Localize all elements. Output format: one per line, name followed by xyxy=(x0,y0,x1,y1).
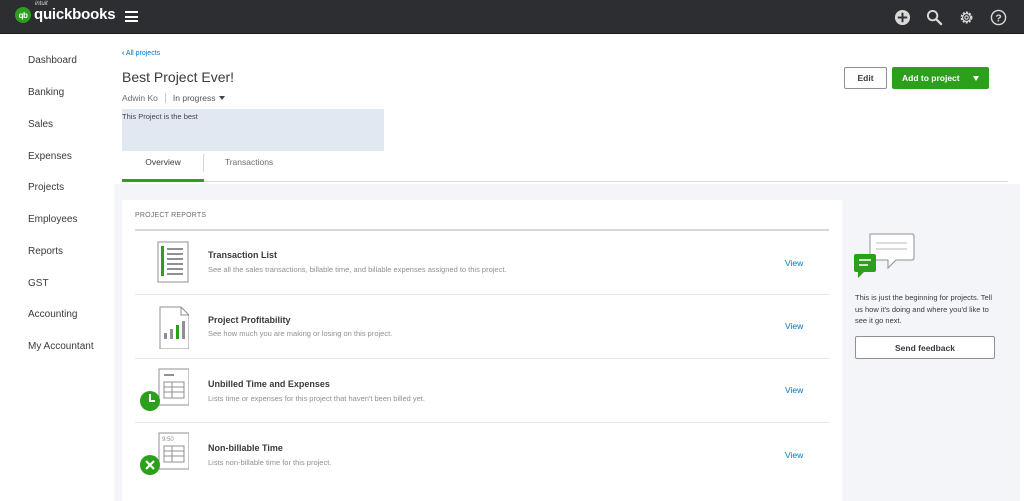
logo-name: quickbooks xyxy=(34,6,116,23)
chevron-left-icon: ‹ xyxy=(122,50,125,57)
back-to-projects-link[interactable]: ‹ All projects xyxy=(122,50,160,57)
report-title: Project Profitability xyxy=(208,315,291,325)
hamburger-menu-icon[interactable] xyxy=(125,11,138,22)
feedback-message: This is just the beginning for projects.… xyxy=(855,293,993,325)
report-description: Lists non-billable time for this project… xyxy=(208,458,332,467)
sidebar-item-sales[interactable]: Sales xyxy=(28,119,53,130)
report-row-transaction-list[interactable]: Transaction List See all the sales trans… xyxy=(135,231,829,295)
sidebar-item-reports[interactable]: Reports xyxy=(28,246,63,257)
add-to-project-button[interactable]: Add to project xyxy=(892,67,989,89)
tab-transactions[interactable]: Transactions xyxy=(204,157,294,167)
logo-text: intuit quickbooks xyxy=(34,1,116,24)
sidebar-item-expenses[interactable]: Expenses xyxy=(28,151,72,162)
feedback-chat-icon xyxy=(854,233,915,278)
add-to-project-label: Add to project xyxy=(902,73,960,83)
active-tab-indicator xyxy=(122,179,204,182)
customer-name: Adwin Ko xyxy=(122,93,158,103)
view-unbilled-time-link[interactable]: View xyxy=(785,385,803,395)
caret-down-icon xyxy=(973,76,979,81)
report-description: See how much you are making or losing on… xyxy=(208,329,393,338)
create-plus-icon[interactable] xyxy=(892,7,912,27)
meta-divider xyxy=(164,93,166,103)
status-dropdown[interactable]: In progress xyxy=(173,93,226,103)
view-transaction-list-link[interactable]: View xyxy=(785,258,803,268)
report-title: Transaction List xyxy=(208,250,278,260)
report-description: See all the sales transactions, billable… xyxy=(208,265,507,274)
sidebar-item-my-accountant[interactable]: My Accountant xyxy=(28,341,94,352)
report-description: Lists time or expenses for this project … xyxy=(208,394,425,403)
reports-heading: PROJECT REPORTS xyxy=(135,212,207,219)
project-meta: Adwin Ko In progress xyxy=(122,93,226,103)
report-title: Unbilled Time and Expenses xyxy=(208,379,330,389)
sidebar-item-dashboard[interactable]: Dashboard xyxy=(28,55,77,66)
report-row-unbilled-time[interactable]: Unbilled Time and Expenses Lists time or… xyxy=(135,359,829,423)
tab-overview[interactable]: Overview xyxy=(122,157,204,167)
transaction-list-icon xyxy=(157,241,189,283)
quickbooks-logo[interactable]: qb intuit quickbooks xyxy=(15,1,116,24)
send-feedback-button[interactable]: Send feedback xyxy=(855,336,995,359)
project-description[interactable]: This Project is the best xyxy=(122,109,384,151)
search-icon[interactable] xyxy=(924,7,944,27)
back-link-label: All projects xyxy=(125,50,161,57)
svg-text:?: ? xyxy=(995,13,1001,24)
sidebar-item-accounting[interactable]: Accounting xyxy=(28,309,77,320)
time-label: 9:50 xyxy=(162,437,174,443)
page-title: Best Project Ever! xyxy=(122,69,235,85)
sidebar-item-projects[interactable]: Projects xyxy=(28,182,64,193)
sidebar-item-employees[interactable]: Employees xyxy=(28,214,77,225)
edit-button[interactable]: Edit xyxy=(844,67,887,89)
non-billable-icon: 9:50 xyxy=(140,432,189,475)
status-label: In progress xyxy=(172,93,216,103)
top-bar: qb intuit quickbooks ? xyxy=(0,0,1024,34)
sidebar-item-gst[interactable]: GST xyxy=(28,278,49,289)
sidebar xyxy=(4,34,114,501)
report-title: Non-billable Time xyxy=(208,443,283,453)
unbilled-clock-icon xyxy=(140,368,189,411)
help-icon[interactable]: ? xyxy=(988,7,1008,27)
tab-baseline xyxy=(122,181,1008,182)
gear-icon[interactable] xyxy=(956,7,976,27)
report-row-non-billable-time[interactable]: 9:50 Non-billable Time Lists non-billabl… xyxy=(135,423,829,487)
profitability-chart-icon xyxy=(159,306,189,349)
caret-down-icon xyxy=(219,96,226,100)
top-icons: ? xyxy=(892,7,1008,27)
page-edge-right xyxy=(1020,34,1024,501)
view-project-profitability-link[interactable]: View xyxy=(785,321,803,331)
sidebar-item-banking[interactable]: Banking xyxy=(28,87,64,98)
logo-intuit: intuit xyxy=(35,1,48,7)
view-non-billable-time-link[interactable]: View xyxy=(785,450,803,460)
qb-badge-icon: qb xyxy=(15,7,31,23)
report-row-project-profitability[interactable]: Project Profitability See how much you a… xyxy=(135,295,829,359)
